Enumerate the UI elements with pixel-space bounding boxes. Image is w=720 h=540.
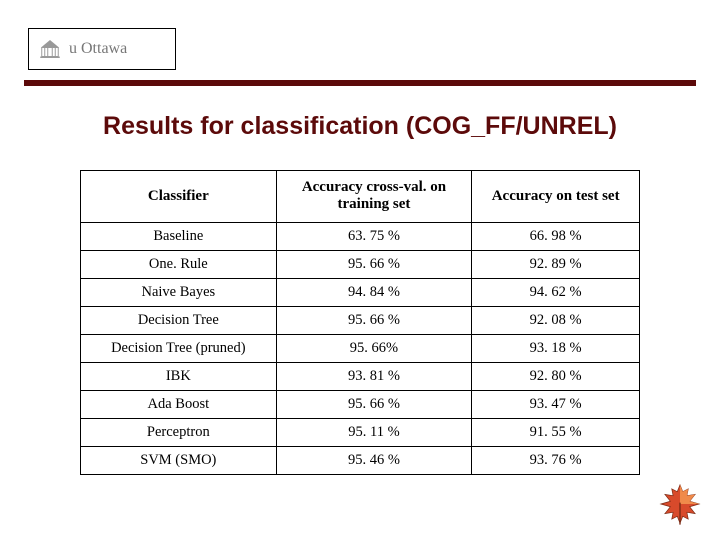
university-building-icon bbox=[37, 36, 63, 62]
logo-box: u Ottawa bbox=[28, 28, 176, 70]
table-row: Decision Tree (pruned)95. 66%93. 18 % bbox=[81, 334, 640, 362]
cell-classifier: SVM (SMO) bbox=[81, 446, 277, 474]
table-row: Decision Tree95. 66 %92. 08 % bbox=[81, 306, 640, 334]
cell-train: 95. 66 % bbox=[276, 390, 472, 418]
cell-train: 95. 66 % bbox=[276, 306, 472, 334]
logo-text: u Ottawa bbox=[69, 40, 127, 58]
cell-test: 66. 98 % bbox=[472, 222, 640, 250]
results-table-wrap: Classifier Accuracy cross-val. on traini… bbox=[80, 170, 640, 475]
cell-classifier: Ada Boost bbox=[81, 390, 277, 418]
cell-test: 92. 89 % bbox=[472, 250, 640, 278]
cell-train: 93. 81 % bbox=[276, 362, 472, 390]
col-header-train: Accuracy cross-val. on training set bbox=[276, 171, 472, 223]
table-row: One. Rule95. 66 %92. 89 % bbox=[81, 250, 640, 278]
cell-train: 95. 11 % bbox=[276, 418, 472, 446]
cell-test: 92. 08 % bbox=[472, 306, 640, 334]
cell-classifier: Decision Tree bbox=[81, 306, 277, 334]
cell-classifier: Baseline bbox=[81, 222, 277, 250]
cell-train: 94. 84 % bbox=[276, 278, 472, 306]
cell-classifier: Naive Bayes bbox=[81, 278, 277, 306]
col-header-classifier: Classifier bbox=[81, 171, 277, 223]
results-table: Classifier Accuracy cross-val. on traini… bbox=[80, 170, 640, 475]
table-row: Naive Bayes94. 84 %94. 62 % bbox=[81, 278, 640, 306]
table-row: Perceptron95. 11 %91. 55 % bbox=[81, 418, 640, 446]
table-row: Baseline63. 75 %66. 98 % bbox=[81, 222, 640, 250]
cell-train: 95. 46 % bbox=[276, 446, 472, 474]
cell-train: 95. 66 % bbox=[276, 250, 472, 278]
cell-classifier: Perceptron bbox=[81, 418, 277, 446]
cell-train: 95. 66% bbox=[276, 334, 472, 362]
cell-test: 91. 55 % bbox=[472, 418, 640, 446]
table-row: IBK93. 81 %92. 80 % bbox=[81, 362, 640, 390]
maple-leaf-icon bbox=[658, 482, 702, 526]
cell-test: 93. 47 % bbox=[472, 390, 640, 418]
cell-train: 63. 75 % bbox=[276, 222, 472, 250]
cell-test: 93. 76 % bbox=[472, 446, 640, 474]
cell-classifier: IBK bbox=[81, 362, 277, 390]
page-title: Results for classification (COG_FF/UNREL… bbox=[0, 112, 720, 141]
cell-test: 93. 18 % bbox=[472, 334, 640, 362]
table-row: Ada Boost95. 66 %93. 47 % bbox=[81, 390, 640, 418]
horizontal-rule bbox=[24, 80, 696, 86]
cell-test: 94. 62 % bbox=[472, 278, 640, 306]
table-header-row: Classifier Accuracy cross-val. on traini… bbox=[81, 171, 640, 223]
table-row: SVM (SMO)95. 46 %93. 76 % bbox=[81, 446, 640, 474]
cell-classifier: One. Rule bbox=[81, 250, 277, 278]
cell-test: 92. 80 % bbox=[472, 362, 640, 390]
cell-classifier: Decision Tree (pruned) bbox=[81, 334, 277, 362]
col-header-test: Accuracy on test set bbox=[472, 171, 640, 223]
